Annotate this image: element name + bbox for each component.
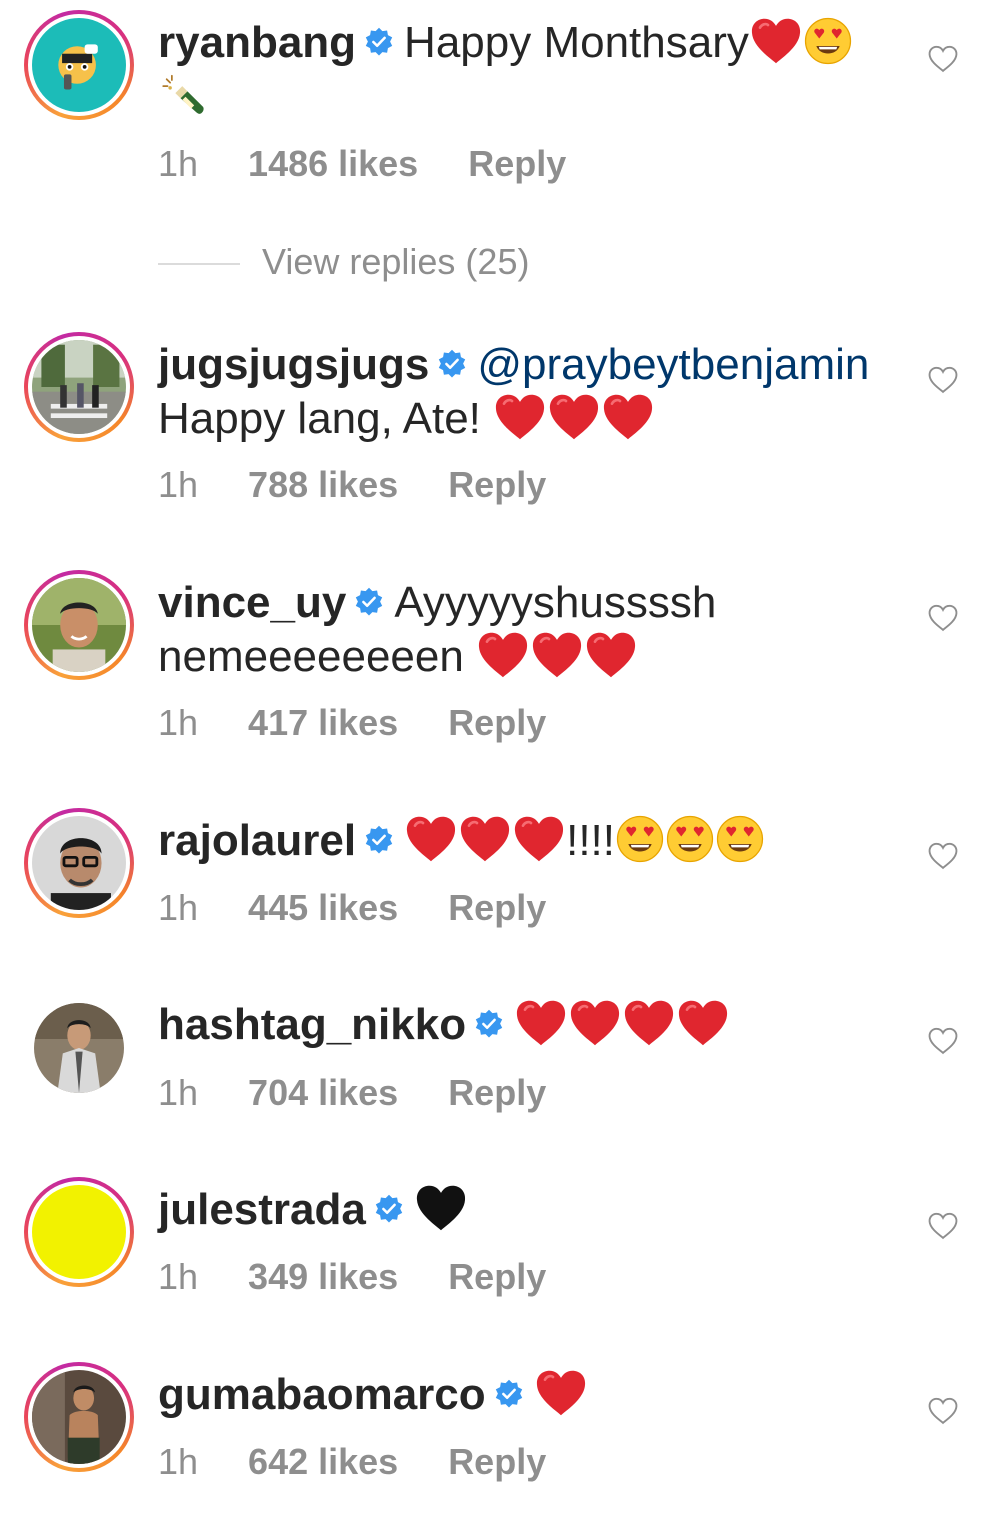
avatar-rajolaurel (32, 816, 126, 910)
red-heart-icon (676, 999, 730, 1047)
heart-eyes-icon (803, 16, 853, 66)
username[interactable]: gumabaomarco (158, 1370, 486, 1419)
timestamp: 1h (158, 702, 199, 743)
username[interactable]: ryanbang (158, 18, 356, 67)
reply-button[interactable]: Reply (448, 1256, 546, 1297)
avatar-hashtag_nikko (34, 1003, 124, 1093)
comment-text: Happy lang, Ate! (158, 394, 481, 443)
username[interactable]: rajolaurel (158, 816, 356, 865)
comment-meta: 1h 1486 likes Reply (158, 142, 566, 186)
like-heart-icon[interactable] (928, 1212, 958, 1240)
likes-count[interactable]: 642 likes (248, 1441, 398, 1482)
view-replies-link[interactable]: View replies (25) (158, 240, 529, 284)
comment-body: rajolaurel!!!! (158, 814, 888, 868)
divider-line (158, 263, 240, 266)
champagne-icon (158, 74, 210, 126)
red-heart-icon (493, 393, 547, 441)
verified-badge-icon (354, 587, 384, 617)
avatar-ring-ryanbang[interactable] (24, 10, 134, 120)
verified-badge-icon (437, 349, 467, 379)
red-heart-icon (512, 815, 566, 863)
avatar-gumabaomarco (32, 1370, 126, 1464)
comment-text: !!!! (566, 816, 615, 865)
reply-button[interactable]: Reply (448, 702, 546, 743)
black-heart-icon (414, 1184, 468, 1232)
comment-body: hashtag_nikko (158, 998, 888, 1052)
avatar-ring-gumabaomarco[interactable] (24, 1362, 134, 1472)
like-heart-icon[interactable] (928, 1397, 958, 1425)
reply-button[interactable]: Reply (448, 887, 546, 928)
comment-body: ryanbang Happy Monthsary (158, 16, 888, 126)
red-heart-icon (534, 1369, 588, 1417)
username[interactable]: hashtag_nikko (158, 1000, 466, 1049)
red-heart-icon (568, 999, 622, 1047)
likes-count[interactable]: 349 likes (248, 1256, 398, 1297)
red-heart-icon (547, 393, 601, 441)
comment-meta: 1h 704 likes Reply (158, 1071, 546, 1115)
username[interactable]: jugsjugsjugs (158, 340, 429, 389)
verified-badge-icon (364, 825, 394, 855)
comment-meta: 1h 417 likes Reply (158, 701, 546, 745)
avatar-vince_uy (32, 578, 126, 672)
reply-button[interactable]: Reply (448, 464, 546, 505)
heart-eyes-icon (715, 814, 765, 864)
avatar-julestrada (32, 1185, 126, 1279)
timestamp: 1h (158, 887, 199, 928)
comment-body: vince_uy Ayyyyyshussssh nemeeeeeeeen (158, 576, 888, 684)
like-heart-icon[interactable] (928, 366, 958, 394)
red-heart-icon (514, 999, 568, 1047)
comment-meta: 1h 788 likes Reply (158, 463, 546, 507)
mention-link[interactable]: @praybeytbenjamin (477, 340, 869, 389)
verified-badge-icon (494, 1379, 524, 1409)
username[interactable]: vince_uy (158, 578, 346, 627)
like-heart-icon[interactable] (928, 604, 958, 632)
avatar-ryanbang (32, 18, 126, 112)
heart-eyes-icon (665, 814, 715, 864)
likes-count[interactable]: 445 likes (248, 887, 398, 928)
timestamp: 1h (158, 464, 199, 505)
avatar-ring-julestrada[interactable] (24, 1177, 134, 1287)
reply-button[interactable]: Reply (448, 1072, 546, 1113)
red-heart-icon (749, 17, 803, 65)
timestamp: 1h (158, 1256, 199, 1297)
username[interactable]: julestrada (158, 1185, 366, 1234)
red-heart-icon (584, 631, 638, 679)
verified-badge-icon (374, 1194, 404, 1224)
comment-body: jugsjugsjugs @praybeytbenjamin Happy lang,… (158, 338, 888, 446)
likes-count[interactable]: 1486 likes (248, 143, 418, 184)
likes-count[interactable]: 788 likes (248, 464, 398, 505)
comment-meta: 1h 349 likes Reply (158, 1255, 546, 1299)
red-heart-icon (476, 631, 530, 679)
comment-body: gumabaomarco (158, 1368, 888, 1422)
avatar-ring-jugsjugsjugs[interactable] (24, 332, 134, 442)
comment-text: Happy Monthsary (404, 18, 749, 67)
comment-meta: 1h 445 likes Reply (158, 886, 546, 930)
likes-count[interactable]: 417 likes (248, 702, 398, 743)
timestamp: 1h (158, 1072, 199, 1113)
like-heart-icon[interactable] (928, 45, 958, 73)
red-heart-icon (458, 815, 512, 863)
comment-meta: 1h 642 likes Reply (158, 1440, 546, 1484)
timestamp: 1h (158, 143, 199, 184)
red-heart-icon (601, 393, 655, 441)
verified-badge-icon (364, 27, 394, 57)
comment-body: julestrada (158, 1183, 888, 1237)
heart-eyes-icon (615, 814, 665, 864)
avatar-jugsjugsjugs (32, 340, 126, 434)
timestamp: 1h (158, 1441, 199, 1482)
like-heart-icon[interactable] (928, 1027, 958, 1055)
reply-button[interactable]: Reply (468, 143, 566, 184)
likes-count[interactable]: 704 likes (248, 1072, 398, 1113)
like-heart-icon[interactable] (928, 842, 958, 870)
red-heart-icon (530, 631, 584, 679)
view-replies-label: View replies (25) (262, 241, 530, 282)
reply-button[interactable]: Reply (448, 1441, 546, 1482)
verified-badge-icon (474, 1009, 504, 1039)
red-heart-icon (404, 815, 458, 863)
avatar-ring-rajolaurel[interactable] (24, 808, 134, 918)
red-heart-icon (622, 999, 676, 1047)
avatar-ring-vince_uy[interactable] (24, 570, 134, 680)
avatar-ring-hashtag_nikko[interactable] (24, 993, 134, 1103)
